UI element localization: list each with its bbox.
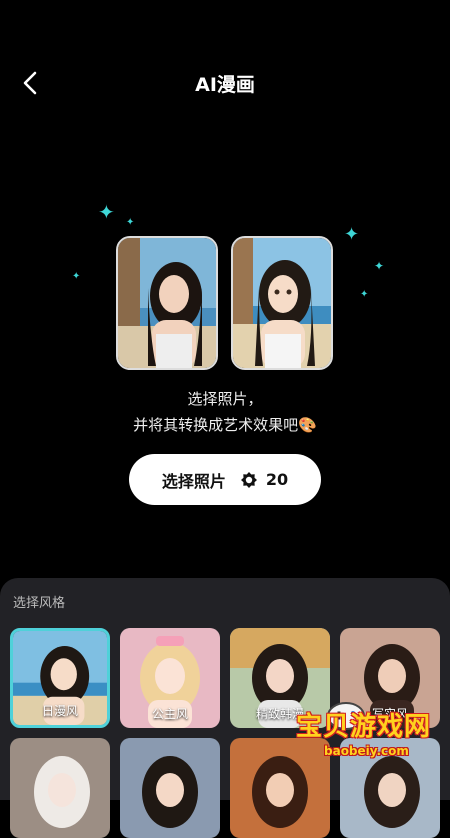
style-card-label: 公主风 (151, 707, 188, 721)
watermark-logo: 宝贝游戏网 baobeiy.com (272, 700, 450, 784)
header-bar: AI漫画 (0, 52, 450, 112)
cost-value: 20 (265, 470, 289, 489)
sparkle-icon: ✦ (126, 217, 135, 228)
sparkle-icon: ✦ (360, 289, 369, 300)
style-thumbnail (120, 738, 220, 838)
coin-icon (240, 471, 257, 488)
sparkle-icon: ✦ (374, 259, 385, 273)
intro-line-2: 并将其转换成艺术效果吧🎨 (133, 416, 317, 434)
style-section-title: 选择风格 (13, 596, 66, 611)
page-title: AI漫画 (195, 74, 255, 96)
sparkle-icon: ✦ (98, 200, 115, 224)
style-card-label: 日漫风 (41, 704, 78, 718)
sparkle-icon: ✦ (72, 271, 81, 282)
style-card[interactable]: 公主风 (120, 628, 220, 728)
sparkle-icon: ✦ (344, 224, 360, 245)
intro-line-1: 选择照片， (187, 390, 263, 408)
style-card[interactable] (10, 738, 110, 838)
style-thumbnail (10, 738, 110, 838)
select-photo-label: 选择照片 (161, 471, 226, 491)
style-card[interactable]: 日漫风 (10, 628, 110, 728)
select-photo-button[interactable]: 选择照片 20 (129, 454, 321, 505)
watermark-url: baobeiy.com (324, 744, 409, 758)
style-card[interactable] (120, 738, 220, 838)
example-photo-original (116, 236, 218, 370)
example-photo-converted (231, 236, 333, 370)
watermark-text: 宝贝游戏网 (296, 712, 432, 742)
